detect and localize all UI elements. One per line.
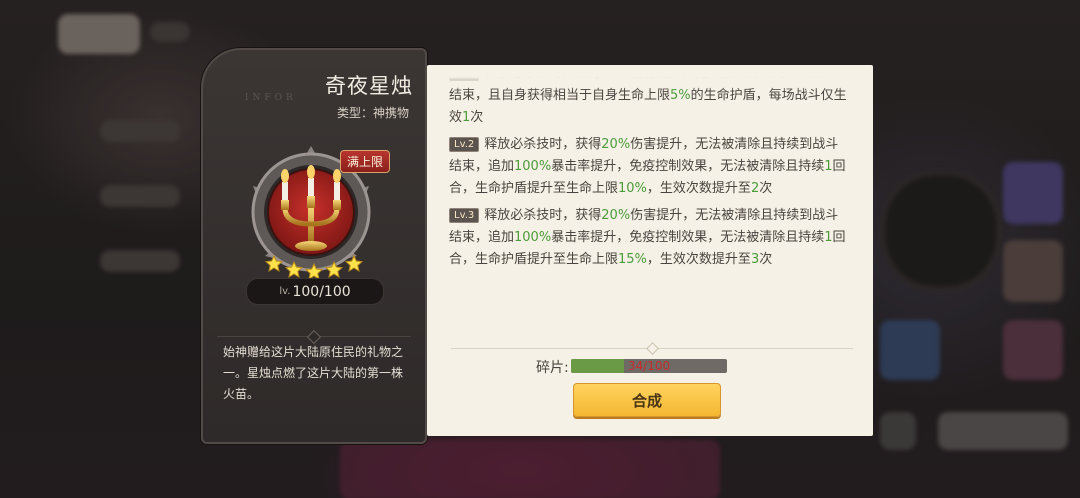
- star-icon: [304, 262, 324, 278]
- effect-text: 次: [759, 252, 773, 267]
- effect-detail-panel: Lv.1释放必杀技时，获得20%伤害提升，无法被清除且持续到战斗结束，且自身获得…: [427, 65, 873, 436]
- divider-ornament-icon: [646, 342, 659, 355]
- bg-icon: [880, 320, 940, 380]
- effect-value: 3: [750, 252, 760, 267]
- bg-ring: [880, 170, 1002, 292]
- effect-text: 释放必杀技时，获得: [484, 208, 602, 223]
- level-tag: Lv.3: [449, 208, 480, 223]
- bg-icon: [1003, 162, 1063, 224]
- fragment-progress-bar: 34/100: [571, 359, 727, 373]
- item-description: 始神赠给这片大陆原住民的礼物之一。星烛点燃了这片大陆的第一株火苗。: [223, 345, 404, 401]
- effect-level-2: Lv.2 释放必杀技时，获得20%伤害提升，无法被清除且持续到战斗结束，追加100…: [449, 134, 849, 200]
- effect-text: 次: [470, 110, 484, 125]
- star-icon: [324, 260, 344, 278]
- effect-text: 暴击率提升，免疫控制效果，无法被清除且持续: [551, 159, 825, 174]
- craft-button[interactable]: 合成: [573, 383, 721, 417]
- max-limit-badge: 满上限: [340, 150, 391, 173]
- bg-back-button: [58, 14, 140, 54]
- bg-icon: [1003, 240, 1063, 302]
- fragment-count: 34/100: [627, 359, 671, 373]
- effect-value: 100%: [514, 159, 552, 174]
- item-name: 奇夜星烛: [325, 74, 413, 98]
- effect-level-3: Lv.3 释放必杀技时，获得20%伤害提升，无法被清除且持续到战斗结束，追加100…: [449, 205, 849, 271]
- bg-icon: [1003, 320, 1063, 380]
- star-rating-icon: [264, 254, 364, 278]
- bg-tab: [150, 22, 190, 42]
- bg-button: [938, 412, 1068, 450]
- star-icon: [284, 260, 304, 278]
- bg-button: [880, 412, 916, 450]
- level-tag: Lv.2: [449, 137, 480, 152]
- star-icon: [344, 254, 364, 273]
- fragment-label: 碎片:: [536, 360, 569, 376]
- bg-menu-row: [100, 250, 180, 272]
- level-value: 100/100: [292, 283, 351, 300]
- effect-value: 2: [750, 181, 760, 196]
- star-icon: [264, 254, 284, 273]
- level-prefix: lv.: [279, 286, 291, 297]
- effect-text: ，生效次数提升至: [646, 181, 751, 196]
- effect-text: 释放必杀技时，获得: [484, 137, 602, 152]
- effects-scroll-area[interactable]: Lv.1释放必杀技时，获得20%伤害提升，无法被清除且持续到战斗结束，且自身获得…: [449, 77, 849, 335]
- effect-value: 10%: [618, 181, 647, 196]
- effect-text: 次: [759, 181, 773, 196]
- scroll-fade: [449, 77, 849, 91]
- item-card: INFOR 奇夜星烛 类型：神携物 满上限 lv. 100/100 始神赠给这片…: [201, 48, 427, 444]
- bg-menu-row: [100, 120, 180, 142]
- effect-text: ，生效次数提升至: [646, 252, 751, 267]
- effect-value: 20%: [601, 137, 631, 152]
- effect-value: 100%: [514, 230, 552, 245]
- bg-glow: [340, 440, 720, 498]
- item-type: 类型：神携物: [336, 106, 409, 120]
- effect-text: 暴击率提升，免疫控制效果，无法被清除且持续: [551, 230, 825, 245]
- effects-list: Lv.1释放必杀技时，获得20%伤害提升，无法被清除且持续到战斗结束，且自身获得…: [449, 77, 849, 271]
- effect-value: 15%: [618, 252, 647, 267]
- effect-value: 20%: [601, 208, 631, 223]
- info-deco-text: INFOR: [245, 93, 297, 103]
- bg-menu-row: [100, 185, 180, 207]
- level-display: lv. 100/100: [246, 278, 384, 305]
